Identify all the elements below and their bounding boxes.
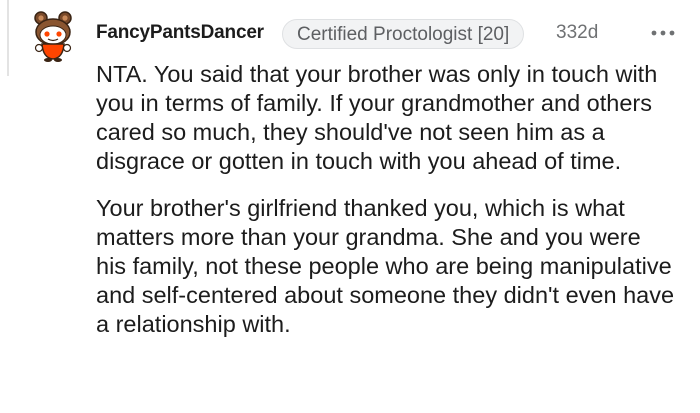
- comment-age: 332d: [556, 22, 599, 43]
- more-options-icon[interactable]: [648, 20, 678, 46]
- comment-body: NTA. You said that your brother was only…: [96, 60, 676, 357]
- username-link[interactable]: FancyPantsDancer: [96, 22, 264, 44]
- user-flair-badge: Certified Proctologist [20]: [282, 19, 525, 49]
- comment-paragraph: NTA. You said that your brother was only…: [96, 61, 658, 174]
- snoo-avatar-icon[interactable]: [30, 10, 80, 62]
- comment: FancyPantsDancer Certified Proctologist …: [0, 0, 700, 413]
- comment-header: FancyPantsDancer Certified Proctologist …: [96, 19, 686, 50]
- comment-paragraph: Your brother's girlfriend thanked you, w…: [96, 195, 675, 337]
